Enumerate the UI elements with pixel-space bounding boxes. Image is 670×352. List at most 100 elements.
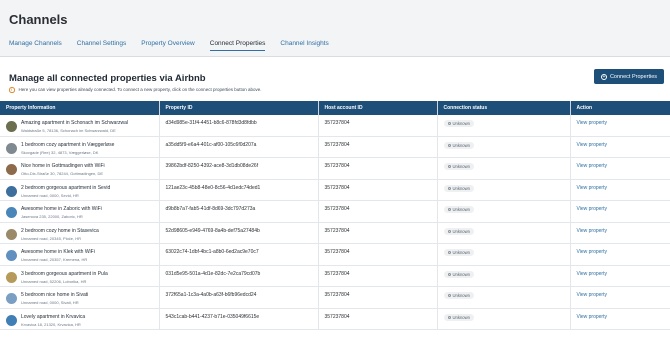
info-icon: ! bbox=[9, 87, 15, 93]
page-title: Channels bbox=[9, 12, 68, 27]
status-badge: Unknown bbox=[443, 227, 474, 235]
table-row: Awesome home in Zaboric with WiFi Jaseno… bbox=[0, 200, 670, 222]
property-address: Unnamed road, 52206, Loborika, HR bbox=[21, 278, 87, 284]
connection-status-cell: Unknown bbox=[437, 179, 571, 201]
property-info-cell: 2 bedroom gorgeous apartment in Sevid Un… bbox=[0, 179, 160, 201]
property-id-cell: 39862bdf-8250-4392-ace8-3d1db08de26f bbox=[159, 157, 319, 179]
status-label: Unknown bbox=[452, 164, 470, 169]
property-address: Unnamed road, 0000, Sivati, HR bbox=[21, 300, 79, 305]
connect-properties-label: Connect Properties bbox=[609, 73, 658, 80]
status-dot-icon bbox=[447, 315, 451, 319]
property-id-cell: 031d5e95-501a-4d1e-82dc-7e2ca79cd07b bbox=[159, 265, 319, 287]
status-badge: Unknown bbox=[443, 206, 474, 213]
tab-connect-properties[interactable]: Connect Properties bbox=[209, 40, 266, 51]
page-header: Channels Manage Channels Channel Setting… bbox=[0, 0, 670, 56]
info-text: Here you can view properties already con… bbox=[18, 87, 262, 93]
tab-channel-insights[interactable]: Channel Insights bbox=[280, 40, 328, 51]
table-row: Lovely apartment in Krvavica Krvavica 18… bbox=[0, 308, 670, 330]
property-info-cell: 1 bedroom cozy apartment in Væggerløse S… bbox=[0, 136, 160, 158]
host-account-id-cell: 357237804 bbox=[318, 114, 438, 136]
table-row: 2 bedroom cozy home in Stasevica Unnamed… bbox=[0, 222, 670, 244]
connection-status-cell: Unknown bbox=[437, 200, 571, 222]
action-cell: View property bbox=[570, 286, 670, 308]
property-name: 3 bedroom gorgeous apartment in Pula bbox=[21, 270, 108, 277]
property-name: 2 bedroom gorgeous apartment in Sevid bbox=[21, 184, 111, 191]
channel-tabs: Manage Channels Channel Settings Propert… bbox=[9, 40, 661, 51]
view-property-link[interactable]: View property bbox=[577, 249, 607, 255]
status-badge: Unknown bbox=[443, 184, 474, 192]
section-header: Manage all connected properties via Airb… bbox=[9, 57, 670, 84]
property-address: Waldstraße 5, 78136, Schonach im Schwarz… bbox=[21, 127, 116, 133]
property-address: Jasenova 235, 22000, Zaboric, HR bbox=[21, 214, 83, 219]
status-badge: Unknown bbox=[443, 119, 474, 127]
column-header-property-id: Property ID bbox=[159, 100, 319, 115]
view-property-link[interactable]: View property bbox=[577, 292, 607, 298]
property-id-cell: a35dd5f9-e6a4-401c-af00-105c6f0d207a bbox=[159, 136, 319, 158]
status-label: Unknown bbox=[452, 250, 470, 255]
action-cell: View property bbox=[570, 136, 670, 158]
table-row: 2 bedroom gorgeous apartment in Sevid Un… bbox=[0, 179, 670, 201]
status-dot-icon bbox=[447, 294, 451, 297]
host-account-id-cell: 357237804 bbox=[318, 222, 438, 244]
property-thumbnail bbox=[6, 293, 17, 304]
table-row: 3 bedroom gorgeous apartment in Pula Unn… bbox=[0, 265, 670, 287]
connection-status-cell: Unknown bbox=[437, 308, 571, 330]
status-dot-icon bbox=[447, 165, 451, 168]
property-name: Awesome home in Zaboric with WiFi bbox=[21, 206, 102, 212]
property-info-cell: Awesome home in Zaboric with WiFi Jaseno… bbox=[0, 200, 160, 222]
property-name: Awesome home in Klek with WiFi bbox=[21, 249, 95, 255]
property-name: 5 bedroom nice home in Sivati bbox=[21, 292, 89, 298]
property-name: Amazing apartment in Schonach im Schwarz… bbox=[21, 119, 128, 126]
table-row: Amazing apartment in Schonach im Schwarz… bbox=[0, 114, 670, 136]
status-dot-icon bbox=[447, 143, 451, 147]
connection-status-cell: Unknown bbox=[437, 243, 571, 265]
tab-manage-channels[interactable]: Manage Channels bbox=[9, 40, 62, 51]
view-property-link[interactable]: View property bbox=[577, 120, 607, 126]
view-property-link[interactable]: View property bbox=[577, 185, 607, 191]
status-badge: Unknown bbox=[443, 249, 474, 256]
status-label: Unknown bbox=[452, 207, 470, 212]
view-property-link[interactable]: View property bbox=[577, 163, 607, 169]
view-property-link[interactable]: View property bbox=[577, 314, 607, 320]
property-thumbnail bbox=[6, 314, 17, 326]
property-info-cell: 3 bedroom gorgeous apartment in Pula Unn… bbox=[0, 265, 160, 287]
property-name: Nice home in Gottmadingen with WiFi bbox=[21, 163, 105, 169]
action-cell: View property bbox=[570, 200, 670, 222]
property-thumbnail bbox=[6, 228, 17, 240]
plus-circle-icon: + bbox=[600, 73, 607, 80]
status-label: Unknown bbox=[452, 142, 470, 148]
property-id-cell: 52d98605-e949-4769-8a4b-def75a27484b bbox=[159, 222, 319, 244]
status-label: Unknown bbox=[452, 185, 470, 191]
property-info-cell: Lovely apartment in Krvavica Krvavica 18… bbox=[0, 308, 160, 330]
action-cell: View property bbox=[570, 243, 670, 265]
status-dot-icon bbox=[447, 186, 451, 190]
host-account-id-cell: 357237804 bbox=[318, 286, 438, 308]
property-id-cell: 372f65a1-1c3a-4a0b-a63f-b6fb96edcd24 bbox=[159, 286, 319, 308]
column-header-action: Action bbox=[570, 100, 670, 115]
view-property-link[interactable]: View property bbox=[577, 206, 607, 212]
status-badge: Unknown bbox=[443, 292, 474, 299]
section-title: Manage all connected properties via Airb… bbox=[9, 73, 206, 84]
view-property-link[interactable]: View property bbox=[577, 228, 607, 234]
property-thumbnail bbox=[6, 271, 17, 283]
tab-channel-settings[interactable]: Channel Settings bbox=[77, 40, 127, 51]
action-cell: View property bbox=[570, 265, 670, 287]
view-property-link[interactable]: View property bbox=[577, 142, 607, 148]
status-label: Unknown bbox=[452, 228, 470, 234]
table-header-row: Property Information Property ID Host ac… bbox=[0, 100, 670, 115]
property-thumbnail bbox=[6, 207, 17, 218]
property-name: 2 bedroom cozy home in Stasevica bbox=[21, 227, 99, 234]
property-info-cell: Awesome home in Klek with WiFi Unnamed r… bbox=[0, 243, 160, 265]
column-header-property-information: Property Information bbox=[0, 100, 160, 115]
tab-property-overview[interactable]: Property Overview bbox=[141, 40, 194, 51]
property-id-cell: d9b8b7a7-fab5-41df-8d69-3dc797d273a bbox=[159, 200, 319, 222]
status-label: Unknown bbox=[452, 293, 470, 298]
connect-properties-button[interactable]: + Connect Properties bbox=[594, 69, 664, 84]
status-dot-icon bbox=[447, 272, 451, 276]
view-property-link[interactable]: View property bbox=[577, 271, 607, 277]
host-account-id-cell: 357237804 bbox=[318, 179, 438, 201]
property-thumbnail bbox=[6, 120, 17, 132]
property-name: Lovely apartment in Krvavica bbox=[21, 313, 86, 320]
action-cell: View property bbox=[570, 308, 670, 330]
table-row: 5 bedroom nice home in Sivati Unnamed ro… bbox=[0, 286, 670, 308]
